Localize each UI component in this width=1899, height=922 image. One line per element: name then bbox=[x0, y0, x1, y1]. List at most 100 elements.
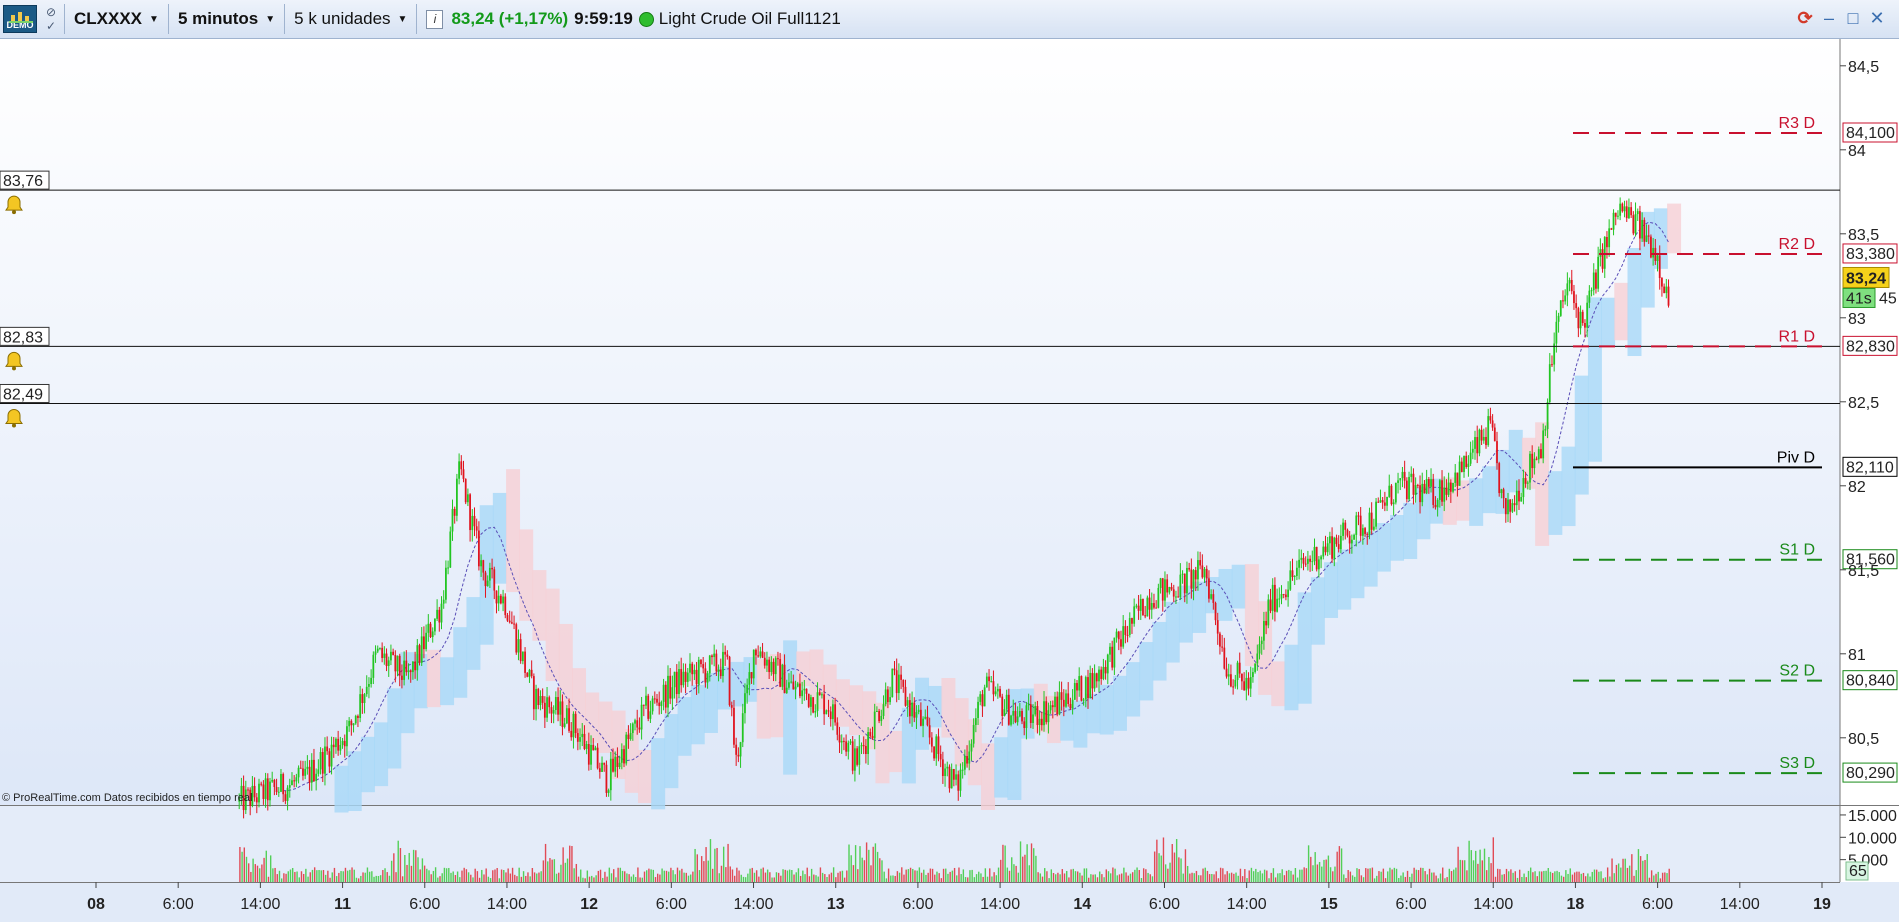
candle-body bbox=[574, 713, 577, 734]
candle-body bbox=[704, 668, 707, 683]
cloud-segment bbox=[1548, 471, 1563, 535]
candle-body bbox=[706, 673, 709, 683]
volume-bar bbox=[309, 872, 311, 882]
volume-bar bbox=[256, 865, 259, 882]
volume-bar bbox=[1072, 868, 1075, 882]
volume-bar bbox=[434, 867, 437, 882]
units-dropdown[interactable]: 5 k unidades ▼ bbox=[288, 2, 413, 36]
candle-body bbox=[1337, 544, 1340, 550]
volume-bar bbox=[1028, 865, 1031, 882]
candle-body bbox=[1487, 416, 1490, 446]
volume-bar bbox=[681, 868, 683, 882]
candle-body bbox=[1401, 471, 1404, 479]
volume-bar bbox=[1290, 870, 1292, 882]
x-tick-label: 6:00 bbox=[1642, 896, 1673, 913]
volume-bar bbox=[753, 872, 756, 882]
volume-bar bbox=[615, 877, 617, 882]
candle-body bbox=[1168, 586, 1171, 593]
volume-bar bbox=[1321, 866, 1323, 882]
volume-bar bbox=[265, 850, 267, 882]
volume-bar bbox=[826, 876, 828, 882]
volume-bar bbox=[1296, 877, 1299, 882]
volume-bar bbox=[1591, 871, 1593, 882]
candle-body bbox=[722, 651, 724, 677]
y-tick-label: 84 bbox=[1848, 143, 1866, 160]
candle-body bbox=[1339, 535, 1342, 550]
volume-bar bbox=[725, 867, 727, 882]
candle-body bbox=[381, 647, 384, 658]
volume-bar bbox=[1637, 849, 1640, 882]
volume-bar bbox=[1365, 868, 1367, 882]
volume-bar bbox=[861, 857, 863, 882]
volume-bar bbox=[1547, 868, 1549, 882]
close-icon[interactable]: ✕ bbox=[1868, 9, 1886, 27]
ticker-dropdown[interactable]: CLXXXX ▼ bbox=[68, 2, 165, 36]
volume-bar bbox=[1481, 860, 1484, 882]
candle-body bbox=[1315, 546, 1318, 570]
volume-bar bbox=[307, 876, 309, 882]
candle-body bbox=[1183, 573, 1186, 594]
volume-bar bbox=[982, 876, 984, 882]
volume-bar bbox=[1074, 871, 1077, 882]
volume-bar bbox=[1538, 871, 1541, 882]
info-icon[interactable]: i bbox=[426, 9, 444, 29]
candle-body bbox=[1080, 676, 1083, 701]
candle-body bbox=[1606, 237, 1608, 248]
candle-body bbox=[1144, 615, 1147, 617]
candle-body bbox=[1586, 302, 1589, 328]
volume-bar bbox=[918, 867, 921, 882]
link-chain-icon[interactable]: ⊘ ✓ bbox=[41, 5, 61, 33]
candle-body bbox=[1190, 569, 1193, 589]
candle-body bbox=[1535, 458, 1538, 460]
candle-body bbox=[1601, 249, 1604, 269]
timeframe-dropdown[interactable]: 5 minutos ▼ bbox=[172, 2, 281, 36]
volume-bar bbox=[610, 873, 613, 882]
level-label: R3 D bbox=[1779, 115, 1815, 132]
candle-body bbox=[592, 744, 595, 751]
candle-body bbox=[330, 744, 333, 767]
volume-bar bbox=[1219, 867, 1222, 882]
volume-bar bbox=[786, 870, 789, 882]
volume-bar bbox=[716, 847, 718, 882]
candle-body bbox=[807, 693, 810, 707]
volume-bar bbox=[1633, 875, 1635, 882]
candle-body bbox=[596, 747, 599, 769]
volume-bar bbox=[1250, 867, 1253, 882]
candle-body bbox=[414, 661, 417, 671]
volume-bar bbox=[903, 874, 905, 882]
volume-bar bbox=[1252, 871, 1255, 882]
volume-bar bbox=[872, 846, 874, 882]
candle-body bbox=[313, 759, 315, 781]
cloud-segment bbox=[1099, 684, 1114, 735]
candle-body bbox=[911, 702, 913, 717]
cloud-segment bbox=[585, 692, 600, 743]
candle-body bbox=[568, 708, 570, 731]
timeframe-label: 5 minutos bbox=[177, 9, 259, 28]
candle-body bbox=[352, 723, 355, 726]
candle-body bbox=[854, 748, 856, 771]
candle-body bbox=[455, 478, 458, 516]
cloud-segment bbox=[954, 698, 969, 767]
candle-body bbox=[1289, 570, 1292, 590]
candle-body bbox=[1467, 463, 1470, 467]
maximize-icon[interactable]: □ bbox=[1844, 9, 1862, 27]
volume-bar bbox=[870, 865, 872, 882]
volume-bar bbox=[1635, 870, 1637, 882]
volume-bar bbox=[302, 873, 305, 882]
volume-bar bbox=[1494, 876, 1497, 882]
candle-body bbox=[1051, 705, 1054, 708]
y-tick-label: 83,5 bbox=[1848, 227, 1879, 244]
cloud-segment bbox=[1139, 642, 1154, 701]
candle-body bbox=[766, 659, 768, 666]
volume-bar bbox=[586, 870, 589, 882]
volume-bar bbox=[520, 876, 523, 882]
candle-body bbox=[1449, 482, 1452, 492]
cloud-segment bbox=[387, 688, 402, 769]
volume-bar bbox=[1268, 878, 1270, 882]
candle-body bbox=[477, 530, 480, 567]
price-chart[interactable]: 83,76 82,83 82,49 R3 D 84,100 R2 D 83,380 R1 D… bbox=[0, 39, 1899, 922]
volume-bar bbox=[1589, 876, 1591, 882]
minimize-icon[interactable]: – bbox=[1820, 9, 1838, 27]
refresh-icon[interactable]: ⟳ bbox=[1796, 9, 1814, 27]
candle-body bbox=[515, 624, 518, 653]
